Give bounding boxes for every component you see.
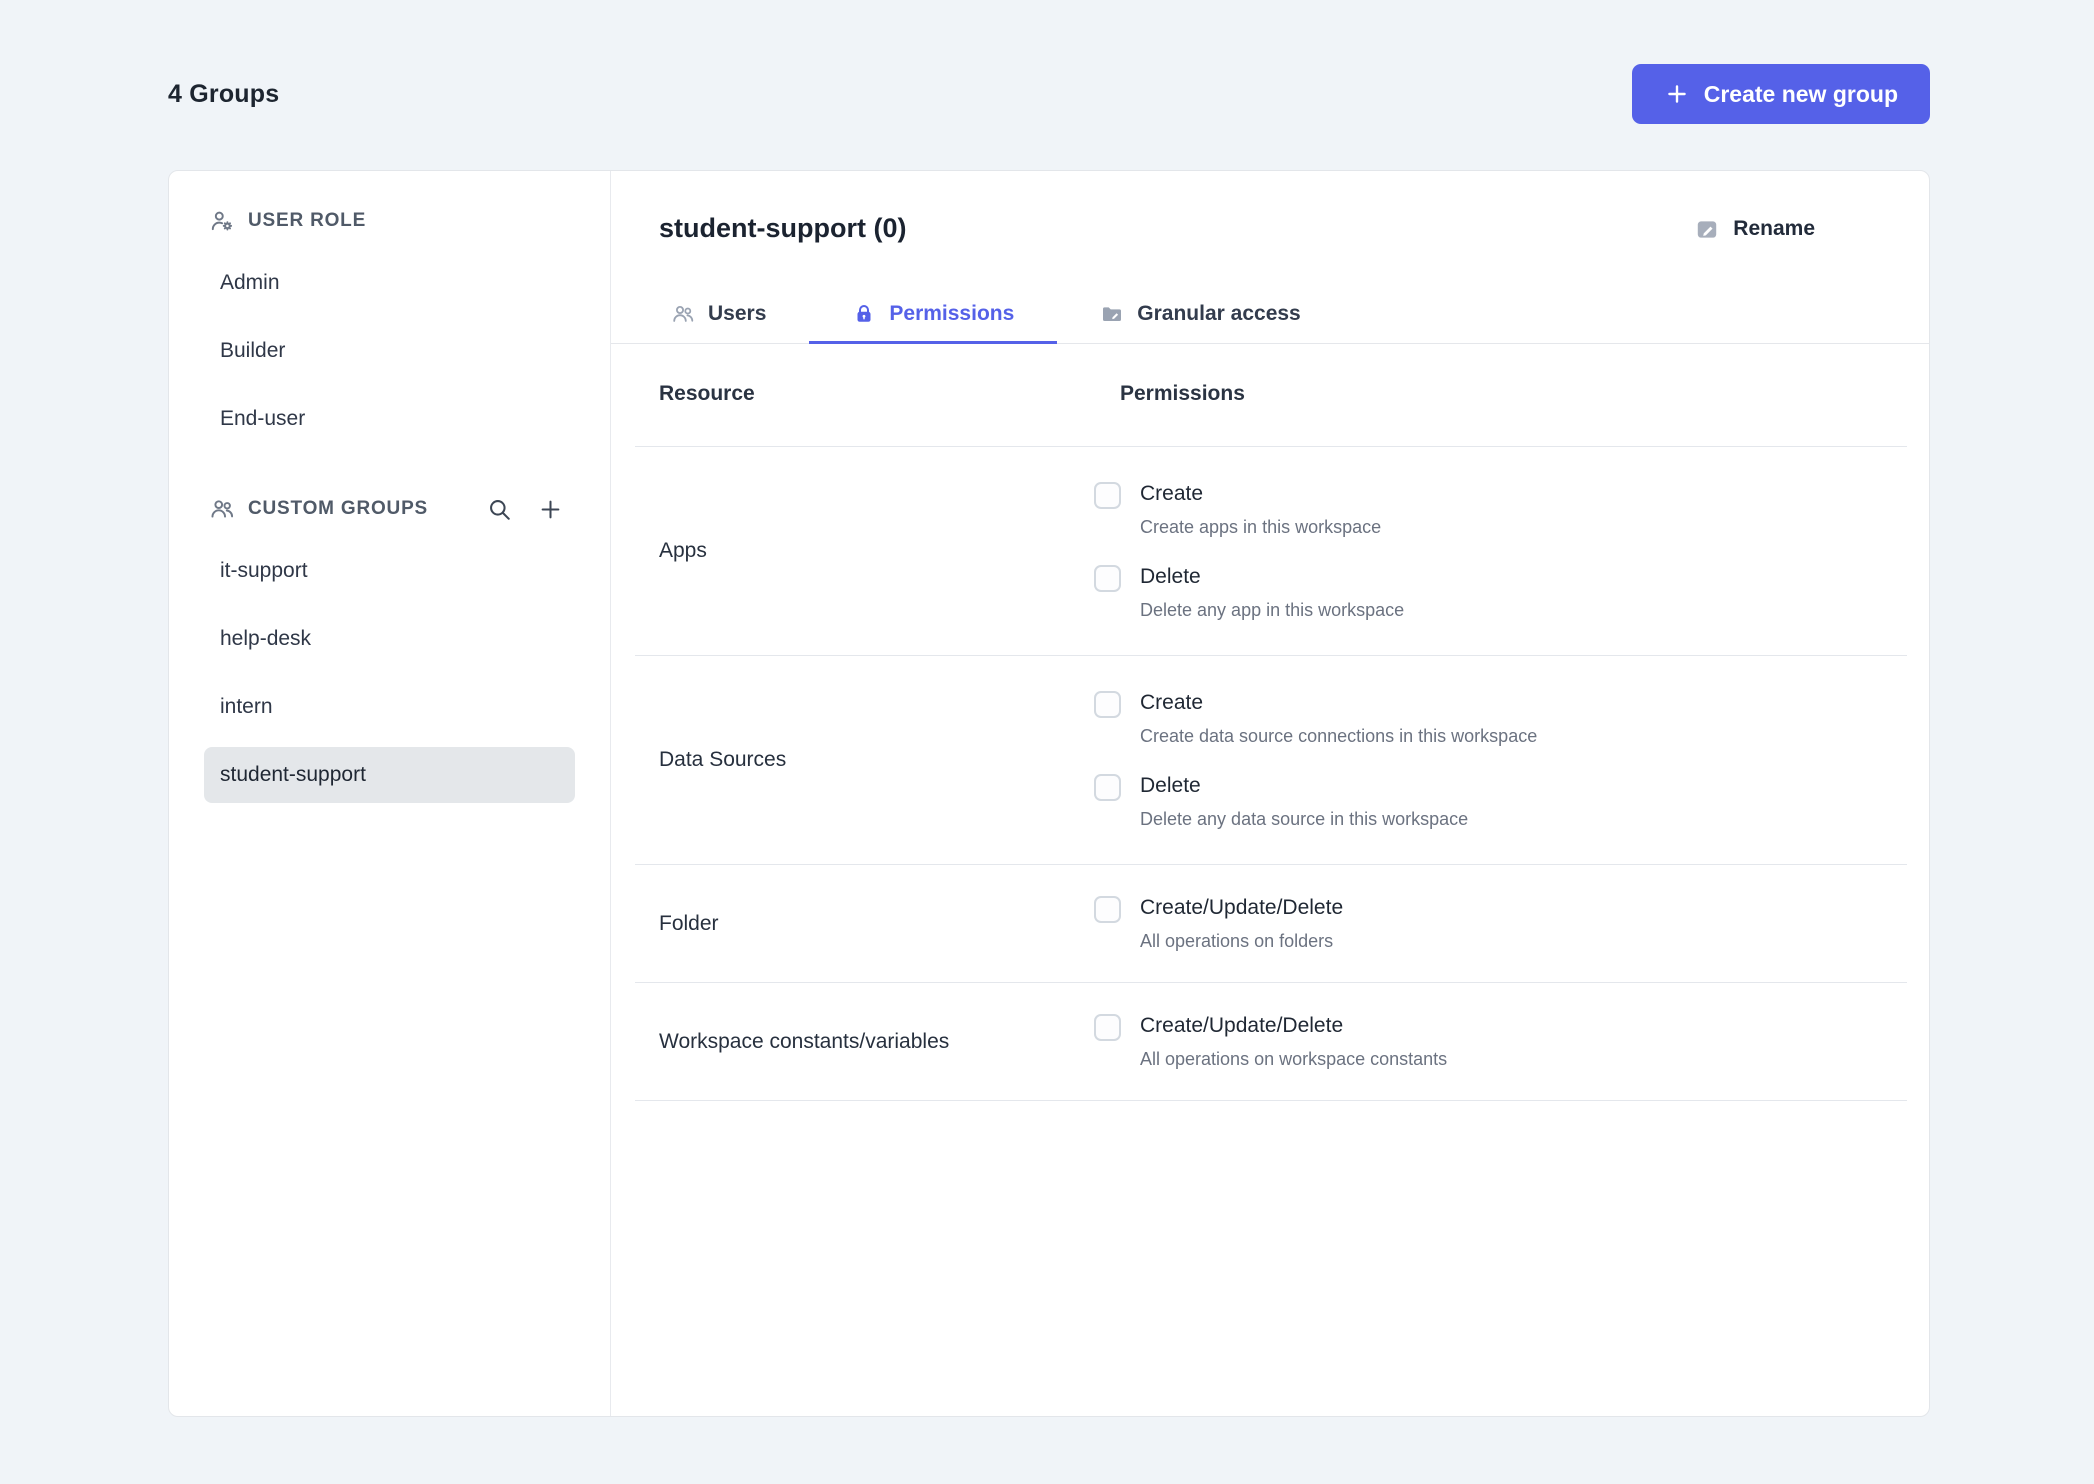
permission-description: Create data source connections in this w… (1140, 726, 1538, 746)
permission-list: Create/Update/Delete All operations on f… (1094, 895, 1907, 952)
pencil-square-icon (1694, 216, 1720, 242)
tab-permissions-label: Permissions (889, 301, 1015, 325)
user-gear-icon (209, 208, 235, 234)
resource-label: Apps (659, 539, 707, 562)
group-detail-panel: student-support (0) Rename Users Permiss… (611, 171, 1929, 1416)
sidebar-item-it-support[interactable]: it-support (204, 543, 575, 599)
search-icon[interactable] (486, 496, 513, 523)
groups-page: 4 Groups Create new group USER ROLE Admi… (0, 0, 2094, 1417)
resource-column-header: Resource (659, 382, 755, 405)
custom-groups-list: it-support help-desk intern student-supp… (169, 543, 610, 803)
rename-button[interactable]: Rename (1694, 216, 1815, 242)
permission-label: Delete (1140, 565, 1201, 588)
tab-users-label: Users (708, 301, 767, 325)
custom-groups-section-header: CUSTOM GROUPS (169, 487, 610, 531)
tab-users[interactable]: Users (628, 286, 809, 344)
permission-list: Create/Update/Delete All operations on w… (1094, 1013, 1907, 1070)
permission-label: Create (1140, 691, 1204, 714)
page-header: 4 Groups Create new group (168, 64, 1930, 124)
page-title: 4 Groups (168, 79, 280, 108)
permission-description: All operations on workspace constants (1140, 1049, 1448, 1069)
create-new-group-button[interactable]: Create new group (1631, 64, 1930, 124)
permission-text: Create Create apps in this workspace (1140, 481, 1381, 538)
permission-label: Create/Update/Delete (1140, 1014, 1344, 1037)
rename-label: Rename (1733, 216, 1815, 240)
resource-label: Workspace constants/variables (659, 1029, 950, 1053)
tab-granular-access[interactable]: Granular access (1057, 286, 1343, 344)
custom-groups-tools (486, 496, 564, 523)
permission-item: Create/Update/Delete All operations on f… (1094, 895, 1907, 952)
add-group-icon[interactable] (537, 496, 564, 523)
sidebar-item-intern[interactable]: intern (204, 679, 575, 735)
permission-text: Create/Update/Delete All operations on f… (1140, 895, 1343, 952)
sidebar-item-student-support[interactable]: student-support (204, 747, 575, 803)
permission-description: Delete any app in this workspace (1140, 600, 1405, 620)
folder-edit-icon (1100, 302, 1124, 326)
permission-list: Create Create data source connections in… (1094, 690, 1907, 830)
table-row-apps: Apps Create Create apps in this workspac… (635, 447, 1907, 656)
permissions-table-header: Resource Permissions (635, 344, 1907, 447)
permission-checkbox-folder-cud[interactable] (1094, 896, 1121, 923)
resource-label: Data Sources (659, 748, 787, 771)
plus-icon (1664, 81, 1690, 107)
permission-checkbox-workspace-constants-cud[interactable] (1094, 1014, 1121, 1041)
custom-groups-header-label: CUSTOM GROUPS (248, 498, 429, 519)
permission-text: Create/Update/Delete All operations on w… (1140, 1013, 1447, 1070)
permission-description: Create apps in this workspace (1140, 517, 1382, 537)
permission-label: Create/Update/Delete (1140, 896, 1344, 919)
permission-label: Delete (1140, 774, 1201, 797)
permission-text: Delete Delete any app in this workspace (1140, 564, 1404, 621)
permission-list: Create Create apps in this workspace Del… (1094, 481, 1907, 621)
tab-permissions[interactable]: Permissions (809, 286, 1058, 344)
sidebar-section-gap (169, 447, 610, 487)
people-group-icon (209, 496, 235, 522)
lock-icon (852, 302, 876, 326)
permission-item: Create Create data source connections in… (1094, 690, 1907, 747)
tab-granular-access-label: Granular access (1137, 301, 1301, 325)
permissions-column-header: Permissions (1120, 382, 1245, 405)
sidebar-item-builder[interactable]: Builder (204, 323, 575, 379)
permission-item: Create/Update/Delete All operations on w… (1094, 1013, 1907, 1070)
table-row-data-sources: Data Sources Create Create data source c… (635, 656, 1907, 865)
resource-label: Folder (659, 911, 719, 935)
permission-text: Create Create data source connections in… (1140, 690, 1537, 747)
create-new-group-label: Create new group (1703, 80, 1898, 107)
groups-card: USER ROLE Admin Builder End-user CUSTOM … (168, 170, 1930, 1417)
user-role-header-label: USER ROLE (248, 210, 367, 231)
sidebar-item-end-user[interactable]: End-user (204, 391, 575, 447)
permission-description: All operations on folders (1140, 931, 1334, 951)
groups-sidebar: USER ROLE Admin Builder End-user CUSTOM … (169, 171, 611, 1416)
permission-checkbox-apps-delete[interactable] (1094, 565, 1121, 592)
users-icon (671, 302, 695, 326)
permission-text: Delete Delete any data source in this wo… (1140, 773, 1468, 830)
group-detail-header: student-support (0) Rename (611, 171, 1929, 244)
permission-description: Delete any data source in this workspace (1140, 809, 1469, 829)
permission-item: Delete Delete any data source in this wo… (1094, 773, 1907, 830)
table-row-workspace-constants: Workspace constants/variables Create/Upd… (635, 983, 1907, 1101)
permission-checkbox-datasources-delete[interactable] (1094, 774, 1121, 801)
user-role-section-header: USER ROLE (169, 199, 610, 243)
table-row-folder: Folder Create/Update/Delete All operatio… (635, 865, 1907, 983)
permission-checkbox-datasources-create[interactable] (1094, 691, 1121, 718)
user-role-list: Admin Builder End-user (169, 255, 610, 447)
permission-label: Create (1140, 482, 1204, 505)
group-title: student-support (0) (659, 213, 907, 243)
group-tabs: Users Permissions Granular access (611, 286, 1929, 344)
permission-item: Create Create apps in this workspace (1094, 481, 1907, 538)
sidebar-item-help-desk[interactable]: help-desk (204, 611, 575, 667)
permission-item: Delete Delete any app in this workspace (1094, 564, 1907, 621)
sidebar-item-admin[interactable]: Admin (204, 255, 575, 311)
permission-checkbox-apps-create[interactable] (1094, 482, 1121, 509)
